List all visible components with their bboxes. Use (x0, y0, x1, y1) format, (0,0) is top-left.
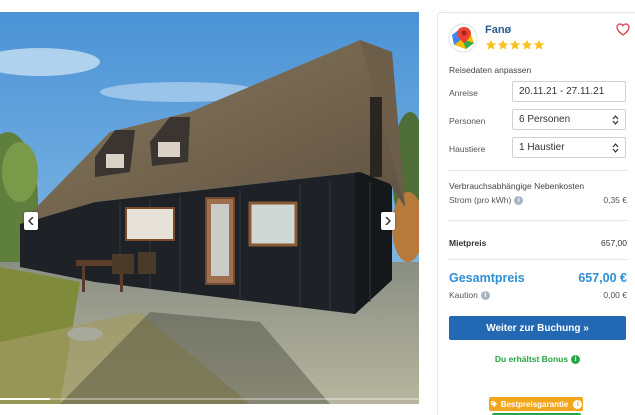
photo-gallery[interactable] (0, 12, 419, 404)
date-value: 20.11.21 - 27.11.21 (519, 86, 605, 97)
star-rating (485, 39, 545, 51)
date-field[interactable]: 20.11.21 - 27.11.21 (512, 81, 626, 102)
house-photo (0, 12, 419, 404)
costs-section-title: Verbrauchsabhängige Nebenkosten (449, 181, 585, 191)
select-arrows-icon (612, 114, 619, 125)
map-pin-icon (448, 23, 478, 53)
heart-outline-icon[interactable] (616, 23, 630, 36)
page: Fanø Reisedaten anpassen Anreise 20.11.2… (0, 0, 635, 415)
gallery-progress-fill (0, 398, 51, 400)
booking-panel: Fanø Reisedaten anpassen Anreise 20.11.2… (437, 12, 635, 415)
info-icon: i (573, 399, 583, 409)
gallery-progress (0, 398, 419, 400)
pets-select[interactable]: 1 Haustier (512, 137, 626, 158)
total-row: Gesamtpreis 657,00 € (449, 271, 627, 285)
info-icon: i (571, 355, 581, 365)
best-price-badge[interactable]: Bestpreisgarantie i (489, 397, 583, 411)
info-icon[interactable]: i (514, 196, 524, 206)
total-label: Gesamtpreis (449, 271, 525, 285)
rent-label: Mietpreis (449, 238, 487, 248)
gallery-prev-button[interactable] (24, 212, 38, 230)
guarantee-label: Bestpreisgarantie (500, 399, 569, 409)
star-icon (533, 39, 545, 50)
rent-value: 657,00 (601, 238, 627, 248)
pets-label: Haustiere (449, 144, 486, 154)
rent-row: Mietpreis 657,00 (449, 238, 627, 248)
deposit-row: Kaution i 0,00 € (449, 290, 627, 301)
divider (448, 170, 628, 171)
listing-header: Fanø (448, 23, 630, 63)
price-tag-icon (490, 401, 497, 407)
power-label: Strom (pro kWh) (449, 195, 512, 205)
star-icon (509, 39, 521, 50)
divider (448, 259, 628, 260)
bonus-label: Du erhältst Bonus (494, 354, 569, 364)
star-icon (497, 39, 509, 50)
divider (448, 220, 628, 221)
star-icon (485, 39, 497, 50)
deposit-value: 0,00 € (603, 290, 627, 301)
power-value: 0,35 € (603, 195, 627, 206)
travel-section-title: Reisedaten anpassen (449, 65, 532, 75)
select-arrows-icon (612, 142, 619, 153)
power-cost-row: Strom (pro kWh) i 0,35 € (449, 195, 627, 206)
total-value: 657,00 € (578, 271, 627, 285)
pets-value: 1 Haustier (519, 142, 565, 153)
chevron-right-icon (385, 217, 391, 225)
deposit-label: Kaution (449, 290, 478, 300)
continue-booking-button[interactable]: Weiter zur Buchung » (449, 316, 626, 340)
persons-select[interactable]: 6 Personen (512, 109, 626, 130)
chevron-left-icon (28, 217, 34, 225)
gallery-next-button[interactable] (381, 212, 395, 230)
persons-label: Personen (449, 116, 486, 126)
info-icon[interactable]: i (480, 291, 490, 301)
bonus-link[interactable]: Du erhältst Bonus i (449, 354, 626, 365)
date-label: Anreise (449, 88, 478, 98)
star-icon (521, 39, 533, 50)
persons-value: 6 Personen (519, 114, 571, 125)
listing-place: Fanø (485, 24, 512, 36)
